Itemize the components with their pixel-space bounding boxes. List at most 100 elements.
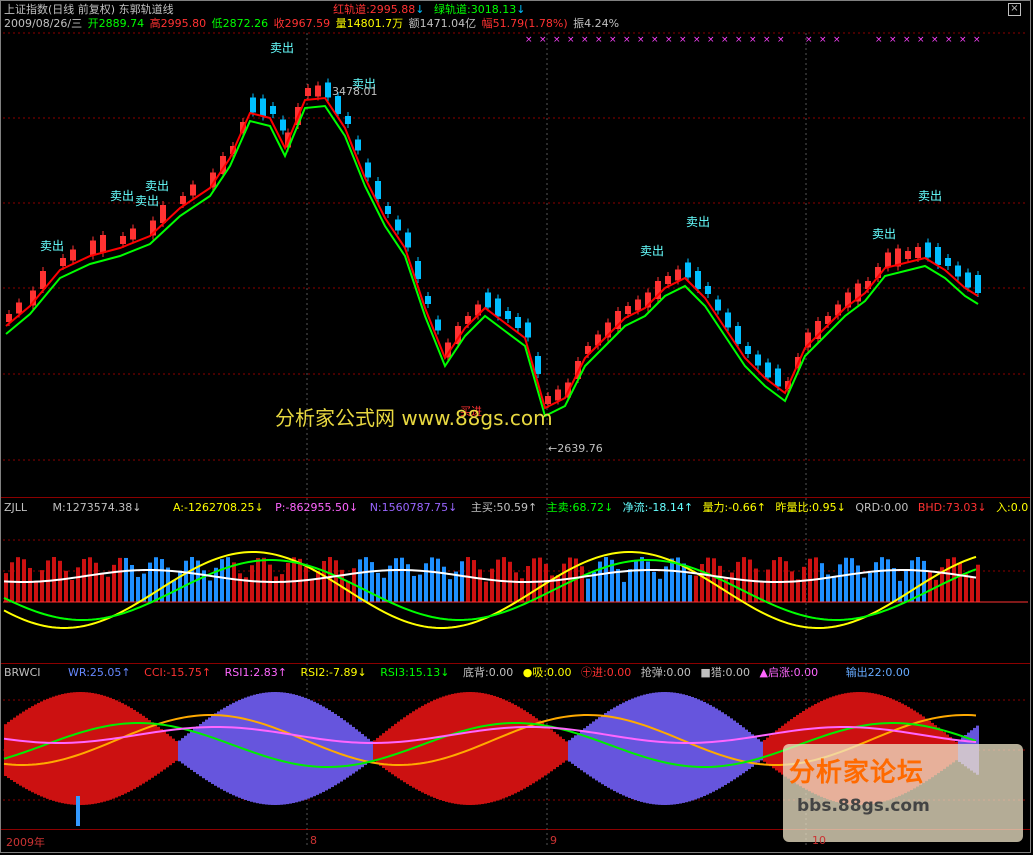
signal-marker: × [889, 35, 897, 45]
brwci-area [475, 692, 478, 805]
brwci-area [61, 694, 64, 804]
brwci-area [499, 697, 502, 800]
candle-body [325, 82, 331, 98]
zjll-bar [928, 570, 932, 602]
axis-month-label: 8 [310, 834, 317, 847]
zjll-bar [730, 572, 734, 602]
brwci-area [157, 726, 160, 774]
brwci-area [103, 695, 106, 802]
brwci-area [556, 734, 559, 768]
candle-body [945, 258, 951, 266]
sell-signal-label: 卖出 [872, 227, 896, 241]
candle-body [515, 317, 521, 328]
brwci-area [70, 692, 73, 805]
candle-body [485, 292, 491, 308]
brwci-area [658, 692, 661, 805]
brwci-area [283, 692, 286, 805]
candle-body [355, 139, 361, 151]
candle-body [315, 85, 321, 97]
brwci-area [391, 726, 394, 775]
brwci-area [769, 735, 772, 767]
zjll-bar [628, 569, 632, 602]
zjll-bar [682, 563, 686, 602]
zjll-bar [76, 567, 80, 602]
brwci-area [520, 708, 523, 791]
zjll-bar [268, 564, 272, 602]
brwci-area [163, 731, 166, 770]
brwci-area [268, 692, 271, 805]
candle-body [190, 184, 196, 196]
zjll-bar [310, 579, 314, 602]
zjll-bar [322, 560, 326, 602]
zjll-bar [880, 557, 884, 602]
zjll-bar [904, 570, 908, 602]
brwci-area [733, 720, 736, 780]
brwci-area [595, 719, 598, 781]
brwci-area [184, 735, 187, 766]
signal-marker: × [735, 35, 743, 45]
zjll-bar [886, 559, 890, 602]
zjll-bar [862, 577, 866, 602]
zjll-bar [694, 575, 698, 602]
zjll-bar [292, 557, 296, 602]
zjll-bar [874, 562, 878, 602]
brwci-area [172, 738, 175, 764]
zjll-bar [838, 564, 842, 602]
candle-body [725, 312, 731, 328]
brwci-area [193, 728, 196, 773]
sell-signal-label: 卖出 [40, 239, 64, 253]
candle-body [965, 272, 971, 288]
zjll-bar [778, 557, 782, 602]
brwci-area [379, 735, 382, 766]
candle-body [280, 119, 286, 131]
zjll-bar [70, 579, 74, 602]
candle-body [70, 249, 76, 261]
zjll-bar [700, 563, 704, 602]
brwci-area [19, 713, 22, 786]
zjll-bar [688, 574, 692, 602]
brwci-area [10, 719, 13, 781]
brwci-area [628, 699, 631, 798]
zjll-bar [646, 561, 650, 602]
zjll-bar [124, 557, 128, 602]
zjll-bar [112, 564, 116, 602]
brwci-area [223, 707, 226, 791]
brwci-area [187, 733, 190, 768]
brwci-area [490, 695, 493, 803]
brwci-area [202, 721, 205, 779]
brwci-area [118, 701, 121, 797]
sell-signal-label: 卖出 [110, 189, 134, 203]
brwci-area [586, 725, 589, 775]
brwci-area [496, 696, 499, 801]
brwci-area [382, 733, 385, 768]
brwci-area [259, 693, 262, 804]
brwci-area [649, 693, 652, 804]
zjll-bar [316, 571, 320, 602]
zjll-bar [100, 573, 104, 602]
brwci-area [457, 692, 460, 805]
brwci-area [763, 739, 766, 762]
brwci-area [418, 707, 421, 791]
zjll-bar [844, 557, 848, 602]
candle-body [905, 251, 911, 259]
zjll-bar [664, 566, 668, 602]
brwci-area [238, 700, 241, 798]
brwci-area [685, 695, 688, 803]
zjll-bar [262, 557, 266, 602]
signal-marker: × [581, 35, 589, 45]
zjll-bar [28, 567, 32, 602]
brwci-area [493, 695, 496, 802]
brwci-area [709, 705, 712, 794]
zjll-bar [586, 578, 590, 602]
brwci-area [691, 696, 694, 801]
candle-body [60, 258, 66, 266]
brwci-area [667, 692, 670, 805]
zjll-bar [490, 568, 494, 602]
brwci-area [247, 696, 250, 801]
brwci-area [421, 705, 424, 793]
signal-marker: × [651, 35, 659, 45]
candle-body [270, 106, 276, 114]
brwci-area [637, 696, 640, 802]
candle-body [955, 265, 961, 277]
brwci-area [295, 694, 298, 803]
